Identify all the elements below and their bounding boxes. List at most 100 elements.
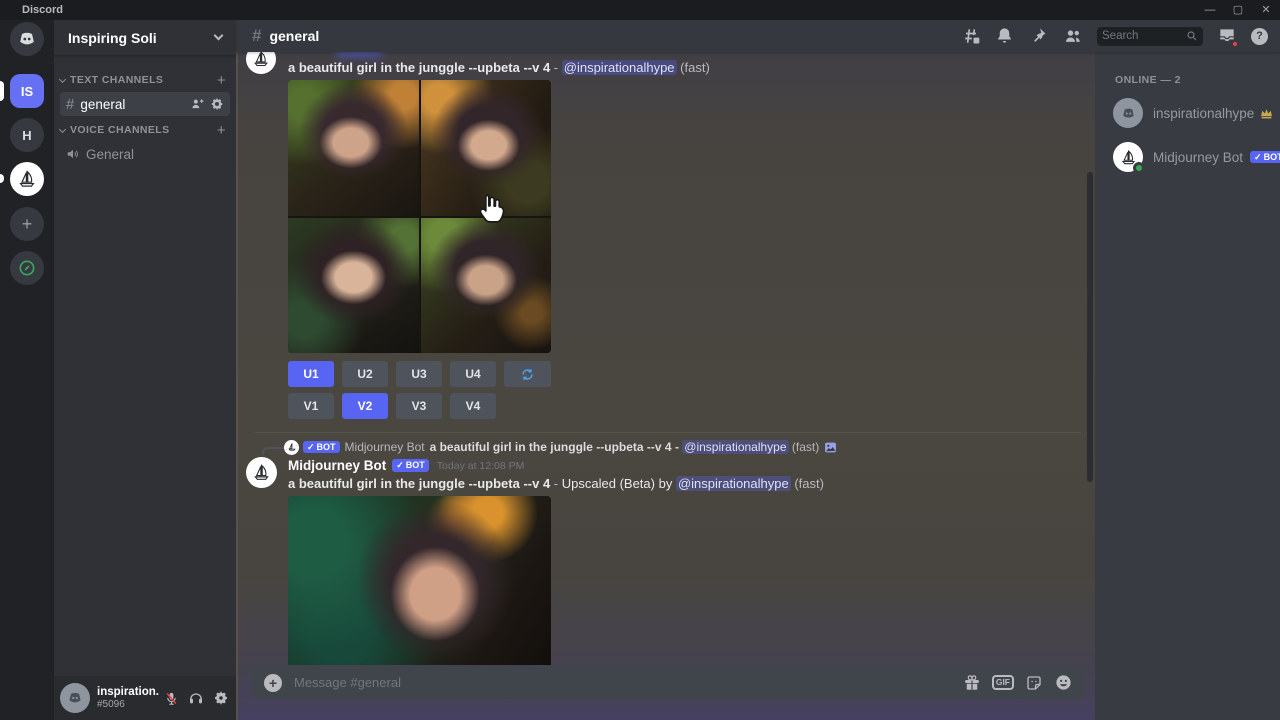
midjourney-grid-image[interactable] (288, 80, 551, 353)
gif-picker-icon[interactable]: GIF (992, 675, 1014, 690)
channel-title: general (269, 28, 319, 44)
sidebar-channel-general[interactable]: # general (60, 92, 230, 116)
category-text-channels[interactable]: TEXT CHANNELS + (54, 72, 236, 88)
channel-sidebar: Inspiring Soli TEXT CHANNELS + # general… (54, 20, 236, 720)
speaker-icon (66, 147, 80, 161)
create-channel-button[interactable]: + (217, 73, 226, 88)
hash-icon: # (66, 96, 74, 113)
home-button[interactable] (10, 22, 44, 56)
discord-logo-icon (16, 28, 38, 50)
member-row-midjourney-bot[interactable]: Midjourney Bot ✓BOT (1107, 140, 1272, 174)
explore-servers-button[interactable] (10, 251, 44, 285)
threads-icon[interactable] (961, 26, 981, 46)
message-input-bar[interactable]: + Message #general GIF (252, 666, 1085, 699)
titlebar: Discord — ▢ ✕ (0, 0, 1280, 20)
server-icon-h[interactable]: H (10, 118, 44, 152)
server-icon-inspiring-soli[interactable]: IS (10, 74, 44, 108)
u2-button[interactable]: U2 (342, 361, 388, 387)
user-mention[interactable]: @inspirationalhype (676, 476, 791, 491)
fast-mode-label: (fast) (794, 476, 824, 491)
mute-microphone-button[interactable] (162, 689, 180, 707)
member-name: Midjourney Bot (1153, 150, 1243, 165)
channel-name: general (80, 97, 190, 112)
minimize-button[interactable]: — (1196, 0, 1224, 20)
server-rail: IS H + (0, 20, 54, 720)
upscaled-image[interactable] (288, 496, 551, 665)
caret-down-icon (59, 75, 66, 82)
add-server-button[interactable]: + (10, 207, 44, 241)
v2-button[interactable]: V2 (342, 393, 388, 419)
grid-variant-3[interactable] (288, 218, 419, 354)
reply-author[interactable]: Midjourney Bot (345, 440, 425, 454)
search-input[interactable]: Search (1097, 27, 1203, 46)
upscale-button-row: U1 U2 U3 U4 (288, 361, 551, 387)
grid-variant-4[interactable] (421, 218, 552, 354)
message-prompt-line: a beautiful girl in the junggle --upbeta… (288, 476, 824, 491)
unread-server-pill (0, 174, 4, 183)
member-list: ONLINE — 2 inspirationalhype Midjourney … (1095, 52, 1280, 720)
author-name[interactable]: Midjourney Bot (288, 458, 386, 473)
member-row-inspirationalhype[interactable]: inspirationalhype (1107, 96, 1272, 130)
user-identity[interactable]: inspiration... #5096 (97, 686, 159, 711)
hash-icon: # (252, 26, 261, 46)
inbox-icon[interactable] (1217, 26, 1237, 46)
reroll-button[interactable] (504, 361, 551, 387)
v1-button[interactable]: V1 (288, 393, 334, 419)
server-owner-crown-icon (1260, 108, 1273, 119)
separator: - (554, 60, 558, 75)
username: inspiration... (97, 686, 159, 699)
variation-button-row: V1 V2 V3 V4 (288, 393, 496, 419)
bot-avatar[interactable] (246, 457, 277, 488)
bot-badge: ✓BOT (392, 459, 429, 472)
category-label: VOICE CHANNELS (70, 124, 217, 136)
notifications-bell-icon[interactable] (995, 26, 1015, 46)
user-mention[interactable]: @inspirationalhype (562, 60, 677, 75)
user-settings-gear-button[interactable] (212, 689, 230, 707)
deafen-headphones-button[interactable] (187, 689, 205, 707)
user-avatar[interactable] (60, 683, 90, 713)
caret-down-icon (59, 125, 66, 132)
u3-button[interactable]: U3 (396, 361, 442, 387)
maximize-button[interactable]: ▢ (1224, 0, 1252, 20)
gift-icon[interactable] (963, 674, 981, 692)
server-name: Inspiring Soli (68, 30, 215, 46)
discriminator: #5096 (97, 699, 159, 711)
close-button[interactable]: ✕ (1252, 0, 1280, 20)
category-voice-channels[interactable]: VOICE CHANNELS + (54, 122, 236, 138)
mouse-cursor (474, 192, 508, 230)
compass-icon (17, 258, 37, 278)
message-prompt-line: a beautiful girl in the junggle --upbeta… (288, 60, 710, 75)
prompt-text: a beautiful girl in the junggle --upbeta… (288, 476, 550, 491)
reply-context[interactable]: ✓BOT Midjourney Bot a beautiful girl in … (262, 439, 1085, 455)
grid-variant-1[interactable] (288, 80, 419, 216)
server-header[interactable]: Inspiring Soli (54, 20, 236, 56)
window-controls: — ▢ ✕ (1196, 0, 1280, 20)
fast-mode-label: (fast) (680, 60, 710, 75)
message-input[interactable]: Message #general (294, 675, 963, 690)
u1-button[interactable]: U1 (288, 361, 334, 387)
attach-file-button[interactable]: + (264, 674, 282, 692)
chat-scrollbar[interactable] (1087, 172, 1093, 482)
refresh-icon (520, 367, 535, 382)
member-avatar (1113, 142, 1143, 172)
channel-settings-gear-icon[interactable] (210, 97, 224, 111)
sticker-icon[interactable] (1025, 674, 1043, 692)
user-mention[interactable]: @inspirationalhype (682, 440, 788, 454)
search-placeholder: Search (1102, 30, 1186, 42)
message-author-row: Midjourney Bot ✓BOT Today at 12:08 PM (288, 458, 524, 473)
v3-button[interactable]: V3 (396, 393, 442, 419)
message-scroll-area[interactable]: a beautiful girl in the junggle --upbeta… (236, 52, 1095, 720)
invite-people-icon[interactable] (190, 97, 204, 111)
create-channel-button[interactable]: + (217, 123, 226, 138)
emoji-picker-icon[interactable] (1054, 673, 1073, 692)
pinned-messages-icon[interactable] (1029, 26, 1049, 46)
v4-button[interactable]: V4 (450, 393, 496, 419)
separator: - (554, 476, 558, 491)
member-list-toggle-icon[interactable] (1063, 26, 1083, 46)
selected-server-pill (0, 81, 4, 101)
server-icon-midjourney[interactable] (10, 162, 44, 196)
u4-button[interactable]: U4 (450, 361, 496, 387)
sidebar-voice-channel-general[interactable]: General (60, 142, 230, 166)
server-initials: IS (21, 84, 33, 99)
help-icon[interactable]: ? (1251, 28, 1268, 45)
